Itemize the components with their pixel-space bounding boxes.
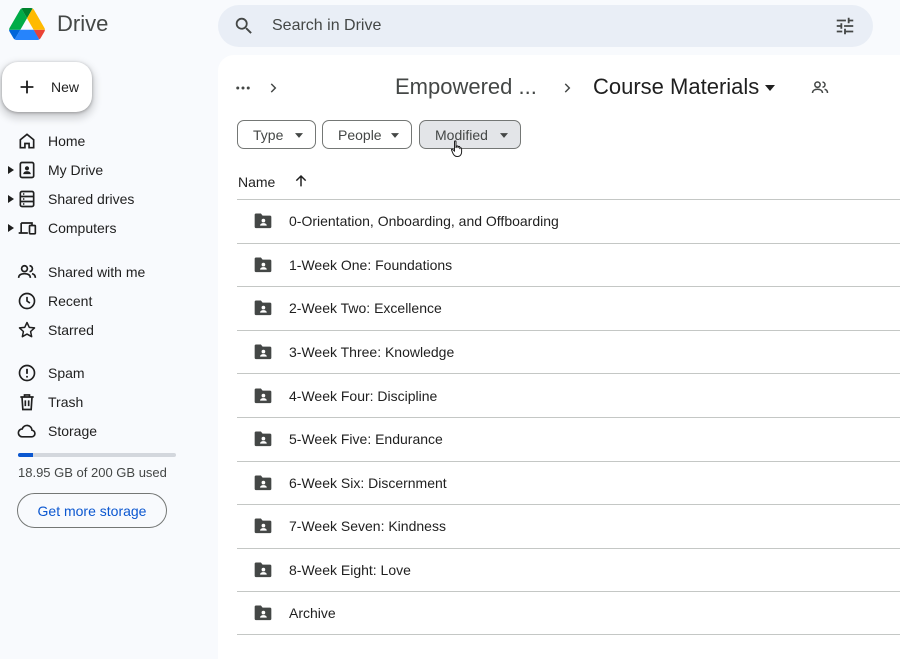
sidebar-item-my-drive[interactable]: My Drive [0,157,210,183]
sidebar-item-label: My Drive [48,162,104,178]
list-item-name: 6-Week Six: Discernment [289,474,447,491]
breadcrumb: Empowered ... Course Materials [234,71,894,105]
sidebar-item-spam[interactable]: Spam [0,360,210,386]
list-item-name: 3-Week Three: Knowledge [289,344,455,361]
shared-folder-icon [254,213,272,229]
sidebar-item-trash[interactable]: Trash [0,389,210,415]
list-item[interactable]: 3-Week Three: Knowledge [237,329,900,374]
shared-folder-icon [254,344,272,360]
hand-cursor-icon [451,140,463,157]
sidebar-item-home[interactable]: Home [0,128,210,154]
search-options-icon[interactable] [834,15,856,37]
breadcrumb-parent[interactable]: Empowered ... [395,74,537,100]
trash-icon [20,394,34,411]
home-icon [19,133,35,149]
breadcrumb-current[interactable]: Course Materials [593,74,759,100]
search-input[interactable]: Search in Drive [272,17,834,35]
list-item[interactable]: 4-Week Four: Discipline [237,373,900,417]
filter-people-label: People [338,126,382,143]
expand-caret-icon[interactable] [8,224,14,232]
sidebar-item-starred[interactable]: Starred [0,317,210,343]
sidebar-item-label: Shared with me [48,264,146,280]
sidebar-item-label: Computers [48,220,117,236]
sidebar-item-label: Starred [48,322,94,338]
cloud-icon [17,424,36,438]
expand-caret-icon[interactable] [8,195,14,203]
chevron-right-icon [564,83,571,93]
search-icon[interactable] [233,15,255,37]
list-item-name: 5-Week Five: Endurance [289,431,443,448]
list-item-name: 0-Orientation, Onboarding, and Offboardi… [289,213,559,230]
column-header-name[interactable]: Name [238,174,275,190]
arrow-up-icon[interactable] [293,173,309,189]
new-button-label: New [51,79,80,95]
sidebar-item-label: Shared drives [48,191,135,207]
caret-down-icon [500,133,508,138]
sidebar-item-label: Trash [48,394,84,410]
sidebar-item-label: Home [48,133,86,149]
more-horizontal-icon[interactable] [234,79,252,97]
shared-folder-icon [254,518,272,534]
chevron-right-icon [270,83,277,93]
plus-icon [20,80,34,94]
sidebar-item-label: Recent [48,293,93,309]
sidebar-item-label: Storage [48,423,98,439]
shared-with-me-icon [17,264,37,278]
shared-folder-icon [254,257,272,272]
sidebar-item-label: Spam [48,365,85,381]
list-item-name: 1-Week One: Foundations [289,256,453,273]
shared-folder-icon [254,431,272,447]
filter-people-chip[interactable]: People [322,120,412,149]
list-item[interactable]: 5-Week Five: Endurance [237,416,900,461]
computers-icon [18,222,37,235]
shared-folder-icon [254,562,272,578]
list-item[interactable]: 7-Week Seven: Kindness [237,504,900,548]
shared-folder-icon [254,300,272,316]
list-item[interactable]: Archive [237,591,900,635]
list-item[interactable]: 2-Week Two: Excellence [237,286,900,330]
list-item-name: 4-Week Four: Discipline [289,387,438,404]
caret-down-icon [295,133,303,138]
drive-logo[interactable]: Drive [9,8,108,40]
caret-down-icon[interactable] [765,84,775,92]
sidebar-item-storage[interactable]: Storage [0,418,210,444]
storage-progress-bar [18,453,176,457]
list-item-name: 8-Week Eight: Love [289,562,411,579]
list-item[interactable]: 8-Week Eight: Love [237,547,900,592]
storage-used-text: 18.95 GB of 200 GB used [18,465,167,480]
share-people-icon[interactable] [810,78,830,98]
new-button[interactable]: New [2,62,92,112]
shared-folder-icon [254,475,272,490]
caret-down-icon [391,133,399,138]
sidebar-item-shared-drives[interactable]: Shared drives [0,186,210,212]
get-more-storage-button[interactable]: Get more storage [17,493,167,528]
list-item[interactable]: 1-Week One: Foundations [237,242,900,287]
expand-caret-icon[interactable] [8,166,14,174]
filter-type-chip[interactable]: Type [237,120,316,149]
clock-icon [18,292,36,310]
list-item-name: 7-Week Seven: Kindness [289,518,446,535]
main-panel: Empowered ... Course Materials Type Peop… [218,55,900,659]
sidebar-item-shared-with-me[interactable]: Shared with me [0,259,210,285]
star-icon [18,321,36,338]
list-item[interactable]: 6-Week Six: Discernment [237,460,900,505]
storage-progress-fill [18,453,33,457]
app-title: Drive [57,11,109,36]
sidebar-item-computers[interactable]: Computers [0,215,210,241]
sidebar-item-recent[interactable]: Recent [0,288,210,314]
list-item[interactable]: 0-Orientation, Onboarding, and Offboardi… [237,199,900,243]
spam-icon [18,364,36,382]
list-item-name: Archive [289,605,336,622]
list-item-name: 2-Week Two: Excellence [289,300,442,317]
shared-drives-icon [19,190,35,208]
search-bar[interactable]: Search in Drive [218,5,873,47]
shared-folder-icon [254,605,272,621]
filter-modified-chip[interactable]: Modified [419,120,521,149]
file-list: 0-Orientation, Onboarding, and Offboardi… [237,199,900,635]
shared-folder-icon [254,388,272,403]
my-drive-icon [19,161,35,179]
filter-type-label: Type [253,126,284,143]
drive-logo-icon [9,8,45,40]
